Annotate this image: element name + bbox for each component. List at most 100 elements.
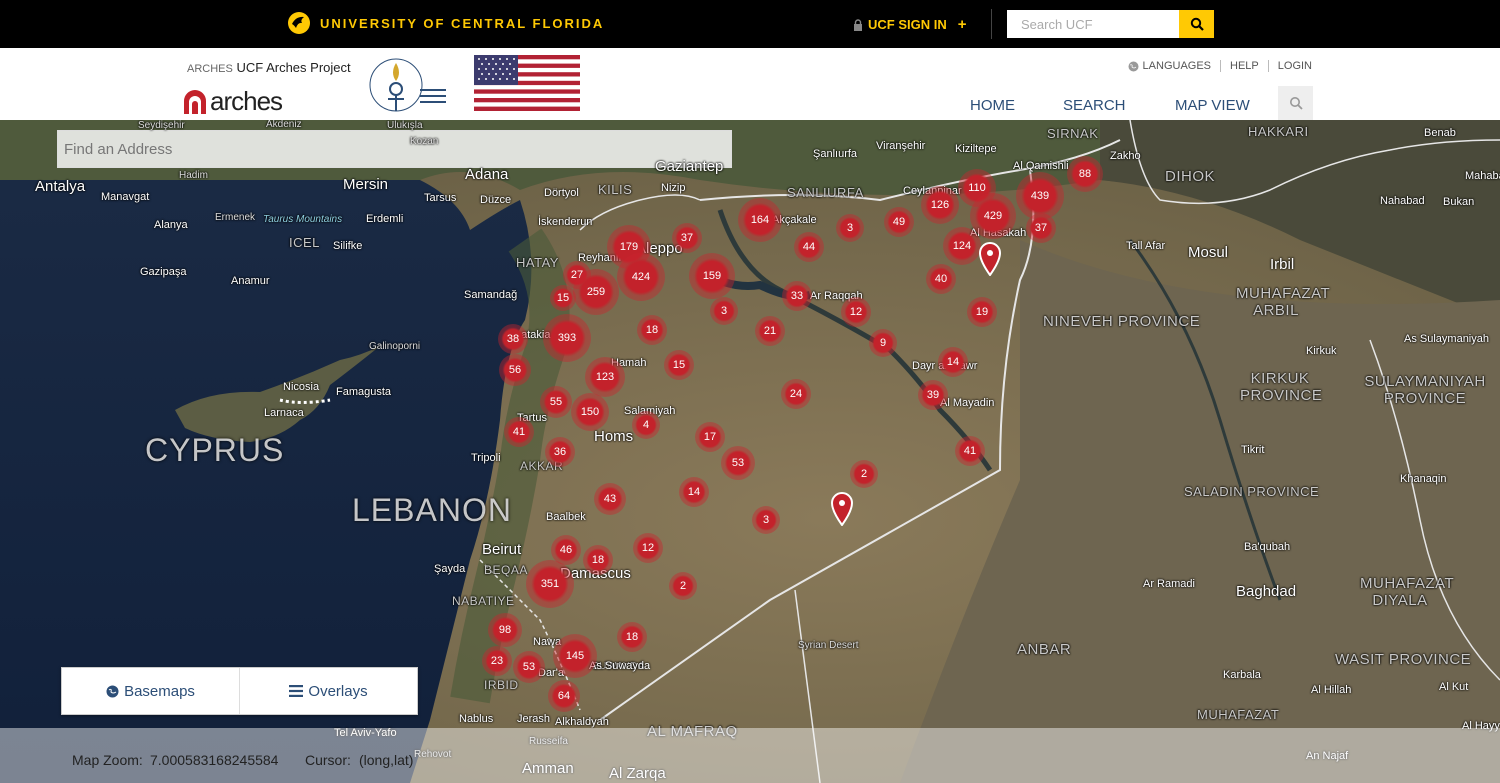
map-marker-icon[interactable]	[830, 492, 854, 526]
site-cluster[interactable]: 14	[679, 477, 709, 507]
city-label: Beirut	[482, 541, 522, 558]
list-icon	[289, 685, 304, 697]
ucf-search-button[interactable]	[1179, 10, 1214, 38]
site-cluster[interactable]: 145	[553, 634, 597, 678]
site-cluster[interactable]: 351	[526, 560, 574, 608]
site-cluster[interactable]: 53	[721, 446, 755, 480]
site-cluster[interactable]: 12	[633, 533, 663, 563]
site-cluster[interactable]: 14	[938, 347, 968, 377]
site-cluster[interactable]: 124	[943, 227, 981, 265]
site-cluster[interactable]: 15	[664, 350, 694, 380]
site-cluster[interactable]: 55	[540, 386, 572, 418]
city-label: Famagusta	[336, 386, 392, 398]
ucf-logo[interactable]: UNIVERSITY OF CENTRAL FLORIDA	[286, 10, 604, 36]
province-label: ICEL	[289, 235, 320, 250]
nav-home[interactable]: HOME	[970, 97, 1015, 114]
province-label: KIRKUK PROVINCE	[1240, 370, 1323, 404]
site-cluster[interactable]: 159	[689, 253, 735, 299]
map-canvas[interactable]: CYPRUS LEBANON NINEVEH PROVINCE KIRKUK P…	[0, 120, 1500, 783]
site-cluster[interactable]: 18	[637, 315, 667, 345]
languages-link[interactable]: LANGUAGES	[1143, 60, 1211, 72]
ucf-search-input[interactable]	[1007, 10, 1179, 38]
province-label: BEQAA	[484, 563, 528, 577]
login-link[interactable]: LOGIN	[1278, 60, 1312, 72]
site-cluster[interactable]: 123	[585, 357, 625, 397]
site-cluster[interactable]: 18	[583, 545, 613, 575]
site-cluster[interactable]: 19	[967, 297, 997, 327]
overlays-label: Overlays	[308, 682, 368, 700]
site-cluster[interactable]: 88	[1067, 156, 1103, 192]
province-label: SANLIURFA	[787, 185, 864, 200]
city-label: Viranşehir	[876, 140, 926, 152]
cursor-label: Cursor:	[305, 752, 351, 768]
site-cluster[interactable]: 17	[695, 422, 725, 452]
site-cluster[interactable]: 18	[617, 622, 647, 652]
site-cluster[interactable]: 2	[669, 572, 697, 600]
province-label: NABATIYE	[452, 594, 515, 608]
site-cluster[interactable]: 39	[918, 380, 948, 410]
ucf-top-bar: UNIVERSITY OF CENTRAL FLORIDA UCF SIGN I…	[0, 0, 1500, 48]
site-cluster[interactable]: 24	[781, 379, 811, 409]
site-cluster[interactable]: 38	[498, 324, 528, 354]
nav-map-view[interactable]: MAP VIEW	[1175, 97, 1250, 114]
site-cluster[interactable]: 37	[1026, 213, 1056, 243]
site-cluster[interactable]: 98	[488, 613, 522, 647]
site-cluster[interactable]: 150	[571, 393, 609, 431]
site-cluster[interactable]: 64	[548, 680, 580, 712]
arches-logo[interactable]: arches	[182, 86, 283, 117]
city-label: As Sulaymaniyah	[1404, 333, 1489, 345]
site-cluster[interactable]: 53	[513, 651, 545, 683]
city-label: Anamur	[231, 275, 270, 287]
city-label: Tikrit	[1241, 444, 1265, 456]
site-cluster[interactable]: 41	[955, 436, 985, 466]
site-cluster[interactable]: 2	[850, 460, 878, 488]
city-label: Al Hillah	[1311, 684, 1352, 696]
globe-icon	[1128, 61, 1139, 71]
province-label: ANBAR	[1017, 641, 1072, 658]
site-cluster[interactable]: 259	[573, 269, 619, 315]
map-status-bar: Map Zoom: 7.000583168245584 Cursor: (lon…	[0, 728, 1500, 783]
map-marker-icon[interactable]	[978, 242, 1002, 276]
site-cluster[interactable]: 41	[504, 417, 534, 447]
city-label: Khanaqin	[1400, 473, 1447, 485]
city-label: Nablus	[459, 713, 494, 725]
ucf-sign-in-label: UCF SIGN IN	[868, 17, 947, 32]
city-label: As Suwayda	[589, 660, 651, 672]
city-label: Ulukışla	[387, 120, 423, 131]
site-cluster[interactable]: 21	[755, 316, 785, 346]
find-address-input[interactable]	[57, 130, 732, 168]
site-cluster[interactable]: 3	[836, 214, 864, 242]
project-title[interactable]: ARCHES UCF Arches Project	[187, 60, 351, 75]
site-cluster[interactable]: 40	[926, 264, 956, 294]
site-cluster[interactable]: 164	[738, 198, 782, 242]
site-cluster[interactable]: 33	[782, 281, 812, 311]
site-cluster[interactable]: 56	[499, 354, 531, 386]
site-cluster[interactable]: 393	[543, 314, 591, 362]
site-cluster[interactable]: 49	[884, 207, 914, 237]
search-icon	[1289, 97, 1303, 110]
nav-search[interactable]: SEARCH	[1063, 97, 1126, 114]
site-cluster[interactable]: 424	[617, 253, 665, 301]
header-search-button[interactable]	[1278, 86, 1313, 120]
site-cluster[interactable]: 37	[672, 223, 702, 253]
site-cluster[interactable]: 36	[545, 437, 575, 467]
site-cluster[interactable]: 429	[970, 193, 1016, 239]
overlays-button[interactable]: Overlays	[239, 668, 417, 714]
site-cluster[interactable]: 15	[550, 285, 576, 311]
site-cluster[interactable]: 44	[794, 232, 824, 262]
basemaps-button[interactable]: Basemaps	[62, 668, 239, 714]
site-cluster[interactable]: 3	[710, 297, 738, 325]
city-label: Samandağ	[464, 289, 518, 301]
site-cluster[interactable]: 9	[869, 329, 897, 357]
plus-icon: +	[957, 16, 967, 33]
site-cluster[interactable]: 126	[921, 186, 959, 224]
ucf-sign-in-link[interactable]: UCF SIGN IN +	[853, 16, 967, 33]
site-cluster[interactable]: 3	[752, 506, 780, 534]
site-cluster[interactable]: 4	[632, 411, 660, 439]
site-cluster[interactable]: 12	[841, 297, 871, 327]
city-label: Hadim	[179, 170, 208, 181]
city-label: Mersin	[343, 176, 389, 193]
help-link[interactable]: HELP	[1230, 60, 1259, 72]
site-cluster[interactable]: 43	[594, 483, 626, 515]
site-cluster[interactable]: 23	[482, 646, 512, 676]
